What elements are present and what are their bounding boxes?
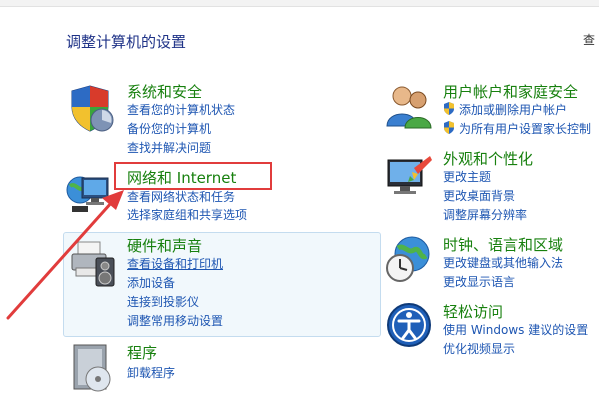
change-keyboard-link[interactable]: 更改键盘或其他输入法 (443, 255, 563, 271)
uac-shield-icon (444, 102, 454, 115)
add-device-link[interactable]: 添加设备 (127, 275, 175, 291)
backup-computer-link[interactable]: 备份您的计算机 (127, 121, 211, 137)
appearance-title[interactable]: 外观和个性化 (443, 148, 533, 169)
windows-suggested-settings-link[interactable]: 使用 Windows 建议的设置 (443, 322, 588, 338)
programs-icon[interactable] (68, 343, 118, 393)
change-display-language-link[interactable]: 更改显示语言 (443, 274, 515, 290)
view-devices-printers-link[interactable]: 查看设备和打印机 (127, 256, 223, 272)
ease-of-access-title[interactable]: 轻松访问 (443, 301, 503, 322)
window-top-strip (0, 0, 599, 7)
uac-shield-icon (444, 121, 454, 134)
uninstall-program-link[interactable]: 卸载程序 (127, 365, 175, 381)
connect-projector-link[interactable]: 连接到投影仪 (127, 294, 199, 310)
network-internet-icon[interactable] (64, 168, 114, 218)
mobility-settings-link[interactable]: 调整常用移动设置 (127, 313, 223, 329)
clock-language-title[interactable]: 时钟、语言和区域 (443, 234, 563, 255)
change-theme-link[interactable]: 更改主题 (443, 169, 491, 185)
view-network-status-link[interactable]: 查看网络状态和任务 (127, 189, 235, 205)
hardware-sound-icon[interactable] (68, 238, 118, 288)
add-remove-accounts-link[interactable]: 添加或删除用户帐户 (459, 102, 567, 118)
view-by-label[interactable]: 查 (583, 31, 595, 48)
parental-controls-link[interactable]: 为所有用户设置家长控制 (459, 121, 591, 137)
view-computer-status-link[interactable]: 查看您的计算机状态 (127, 102, 235, 118)
user-accounts-icon[interactable] (384, 82, 434, 132)
optimize-visual-display-link[interactable]: 优化视频显示 (443, 341, 515, 357)
find-fix-problems-link[interactable]: 查找并解决问题 (127, 140, 211, 156)
hardware-sound-title[interactable]: 硬件和声音 (127, 235, 202, 256)
appearance-icon[interactable] (384, 152, 434, 202)
homegroup-sharing-link[interactable]: 选择家庭组和共享选项 (127, 207, 247, 223)
user-accounts-title[interactable]: 用户帐户和家庭安全 (443, 81, 578, 102)
clock-language-icon[interactable] (384, 234, 434, 284)
system-security-icon[interactable] (66, 83, 116, 133)
network-highlight-box (114, 162, 272, 190)
system-security-title[interactable]: 系统和安全 (127, 81, 202, 102)
screen-resolution-link[interactable]: 调整屏幕分辨率 (443, 207, 527, 223)
programs-title[interactable]: 程序 (127, 342, 157, 363)
page-title: 调整计算机的设置 (66, 33, 187, 51)
ease-of-access-icon[interactable] (384, 300, 434, 350)
change-background-link[interactable]: 更改桌面背景 (443, 188, 515, 204)
